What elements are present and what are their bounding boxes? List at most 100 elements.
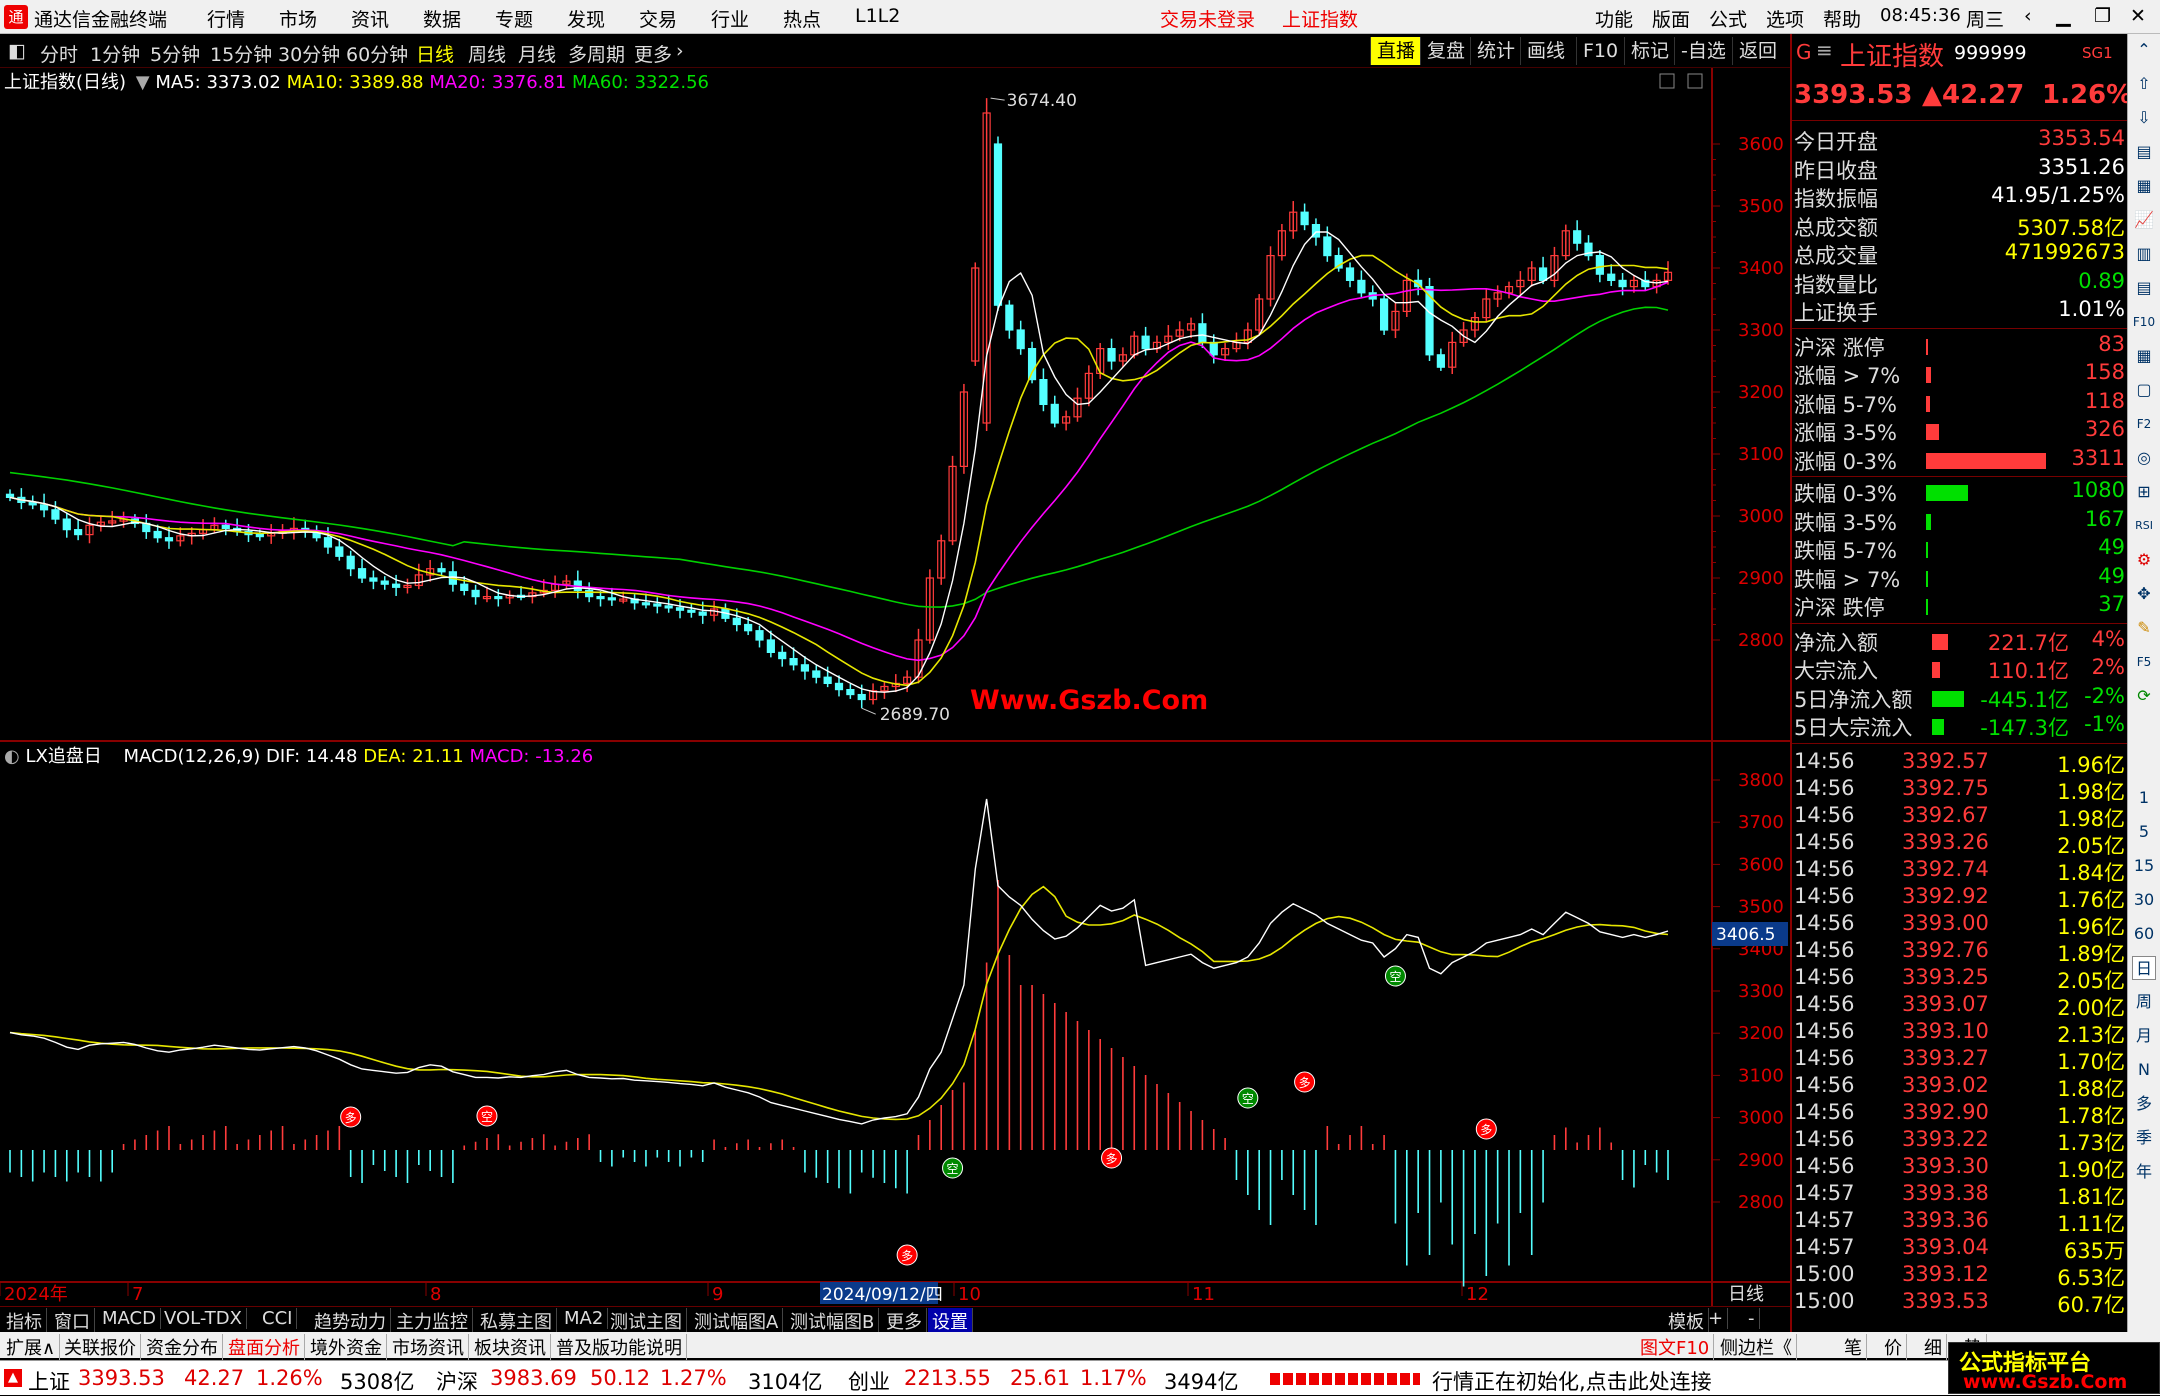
indicator-tab[interactable]: 设置 [928,1308,973,1334]
tick-row[interactable]: 14:56 3393.22 1.73亿 [1792,1127,2129,1155]
grid-icon[interactable]: ▦ [2132,344,2156,368]
stats-button[interactable]: 统计 [1470,37,1521,65]
tick-row[interactable]: 14:56 3392.74 1.84亿 [1792,857,2129,885]
list-icon[interactable]: ▤ [2132,276,2156,300]
tf-1min[interactable]: 1分钟 [90,40,140,67]
menu-item-trade[interactable]: 交易 [639,5,677,32]
indicator-tab[interactable]: MA2 [560,1308,609,1329]
sh-name[interactable]: 上证 [28,1366,70,1396]
indicator-tab[interactable]: 私募主图 [476,1308,557,1334]
quote-icon[interactable]: ▤ [2132,140,2156,164]
tick-row[interactable]: 14:56 3393.30 1.90亿 [1792,1154,2129,1182]
pencil-icon[interactable]: ✎ [2132,616,2156,640]
f2-icon[interactable]: F2 [2132,412,2156,436]
indicator-toggle-icon[interactable]: ◐ [4,746,20,767]
indicator-tab[interactable]: 测试主图 [606,1308,687,1334]
template-tab[interactable]: + [1704,1308,1729,1329]
tick-row[interactable]: 14:56 3393.07 2.00亿 [1792,992,2129,1020]
indicator-tab[interactable]: MACD [98,1308,161,1329]
draw-button[interactable]: 画线 [1520,37,1571,65]
indicator-tab[interactable]: 主力监控 [392,1308,473,1334]
indicator-tab[interactable]: 指标 [2,1308,47,1334]
extension-tab[interactable]: 板块资讯 [470,1334,551,1360]
tf-multi[interactable]: 多周期 [568,40,625,67]
menu-item-industry[interactable]: 行业 [711,5,749,32]
line-chart-icon[interactable]: 📈 [2132,208,2156,232]
chevron-right-icon[interactable]: › [676,40,684,62]
tick-row[interactable]: 14:56 3392.57 1.96亿 [1792,749,2129,777]
side-tab[interactable]: 细 [1920,1334,1947,1360]
indicator-tab[interactable]: 更多 [882,1308,927,1334]
arrow-down-icon[interactable]: ⇩ [2132,106,2156,130]
indicator-tab[interactable]: 测试幅图B [786,1308,880,1334]
compare-icon[interactable]: ⊞ [2132,480,2156,504]
extension-tab[interactable]: 扩展∧ [2,1334,61,1360]
refresh-icon[interactable]: ⟳ [2132,684,2156,708]
arrow-up-icon[interactable]: ⇧ [2132,72,2156,96]
extension-tab[interactable]: 盘面分析 [224,1334,305,1360]
menu-item-quotes[interactable]: 行情 [207,5,245,32]
back-button[interactable]: 返回 [1732,37,1783,65]
tick-row[interactable]: 14:56 3392.67 1.98亿 [1792,803,2129,831]
menu-item-layout[interactable]: 版面 [1652,5,1690,32]
indicator-tab[interactable]: 窗口 [50,1308,95,1334]
menu-item-hot[interactable]: 热点 [783,5,821,32]
extension-tab[interactable]: 境外资金 [306,1334,387,1360]
side-tab[interactable]: 图文F10 [1636,1334,1715,1360]
tf-60min[interactable]: 60分钟 [346,40,408,67]
live-button[interactable]: 直播 [1370,37,1422,65]
dropdown-icon[interactable]: ▼ [136,72,150,93]
menu-item-help[interactable]: 帮助 [1823,5,1861,32]
tick-row[interactable]: 14:56 3393.10 2.13亿 [1792,1019,2129,1047]
indicator-tab[interactable]: VOL-TDX [160,1308,247,1329]
back-nav-icon[interactable]: ‹ [2024,5,2032,27]
kline-chart[interactable]: 2800 2900 3000 3100 3200 3300 3400 3500 3600 2800… [0,68,1790,1306]
template-tab[interactable]: 模板 [1664,1308,1709,1334]
doc-icon[interactable]: ▢ [2132,378,2156,402]
indicator-tab[interactable]: 趋势动力 [310,1308,391,1334]
period-shortcut[interactable]: 15 [2132,854,2156,878]
period-shortcut[interactable]: 5 [2132,820,2156,844]
tick-row[interactable]: 14:56 3393.00 1.96亿 [1792,911,2129,939]
tick-row[interactable]: 14:56 3392.76 1.89亿 [1792,938,2129,966]
tf-5min[interactable]: 5分钟 [150,40,200,67]
menu-item-function[interactable]: 功能 [1595,5,1633,32]
period-shortcut[interactable]: 30 [2132,888,2156,912]
tf-intraday[interactable]: 分时 [40,40,78,67]
menu-item-topics[interactable]: 专题 [495,5,533,32]
menu-item-options[interactable]: 选项 [1766,5,1804,32]
period-shortcut[interactable]: 年 [2132,1160,2156,1184]
table-icon[interactable]: ▦ [2132,174,2156,198]
menu-item-data[interactable]: 数据 [423,5,461,32]
close-icon[interactable]: ✕ [2130,5,2146,27]
watchlist-button[interactable]: -自选 [1674,37,1732,65]
tick-row[interactable]: 15:00 3393.12 6.53亿 [1792,1262,2129,1290]
mark-button[interactable]: 标记 [1624,37,1675,65]
tick-row[interactable]: 14:56 3392.75 1.98亿 [1792,776,2129,804]
restore-icon[interactable]: ❐ [2094,5,2111,27]
indicator-tab[interactable]: CCI [258,1308,298,1329]
menu-item-market[interactable]: 市场 [279,5,317,32]
menu-icon[interactable]: ≡ [1816,38,1833,62]
tick-row[interactable]: 14:56 3393.27 1.70亿 [1792,1046,2129,1074]
menu-item-discover[interactable]: 发现 [567,5,605,32]
side-tab[interactable]: 价 [1880,1334,1907,1360]
tick-row[interactable]: 15:00 3393.53 60.7亿 [1792,1289,2129,1317]
tf-15min[interactable]: 15分钟 [210,40,272,67]
tf-monthly[interactable]: 月线 [518,40,556,67]
tick-row[interactable]: 14:56 3393.26 2.05亿 [1792,830,2129,858]
extension-tab[interactable]: 市场资讯 [388,1334,469,1360]
menu-item-news[interactable]: 资讯 [351,5,389,32]
tf-weekly[interactable]: 周线 [468,40,506,67]
extension-tab[interactable]: 关联报价 [60,1334,141,1360]
collapse-icon[interactable]: ⌃ [2132,38,2156,62]
side-tab[interactable]: 侧边栏《 [1716,1334,1797,1360]
tf-daily[interactable]: 日线 [416,40,454,67]
tf-30min[interactable]: 30分钟 [278,40,340,67]
move-icon[interactable]: ✥ [2132,582,2156,606]
period-shortcut[interactable]: 日 [2132,956,2156,980]
tick-row[interactable]: 14:57 3393.36 1.11亿 [1792,1208,2129,1236]
kline-icon[interactable]: ▥ [2132,242,2156,266]
period-shortcut[interactable]: 月 [2132,1024,2156,1048]
period-shortcut[interactable]: 季 [2132,1126,2156,1150]
